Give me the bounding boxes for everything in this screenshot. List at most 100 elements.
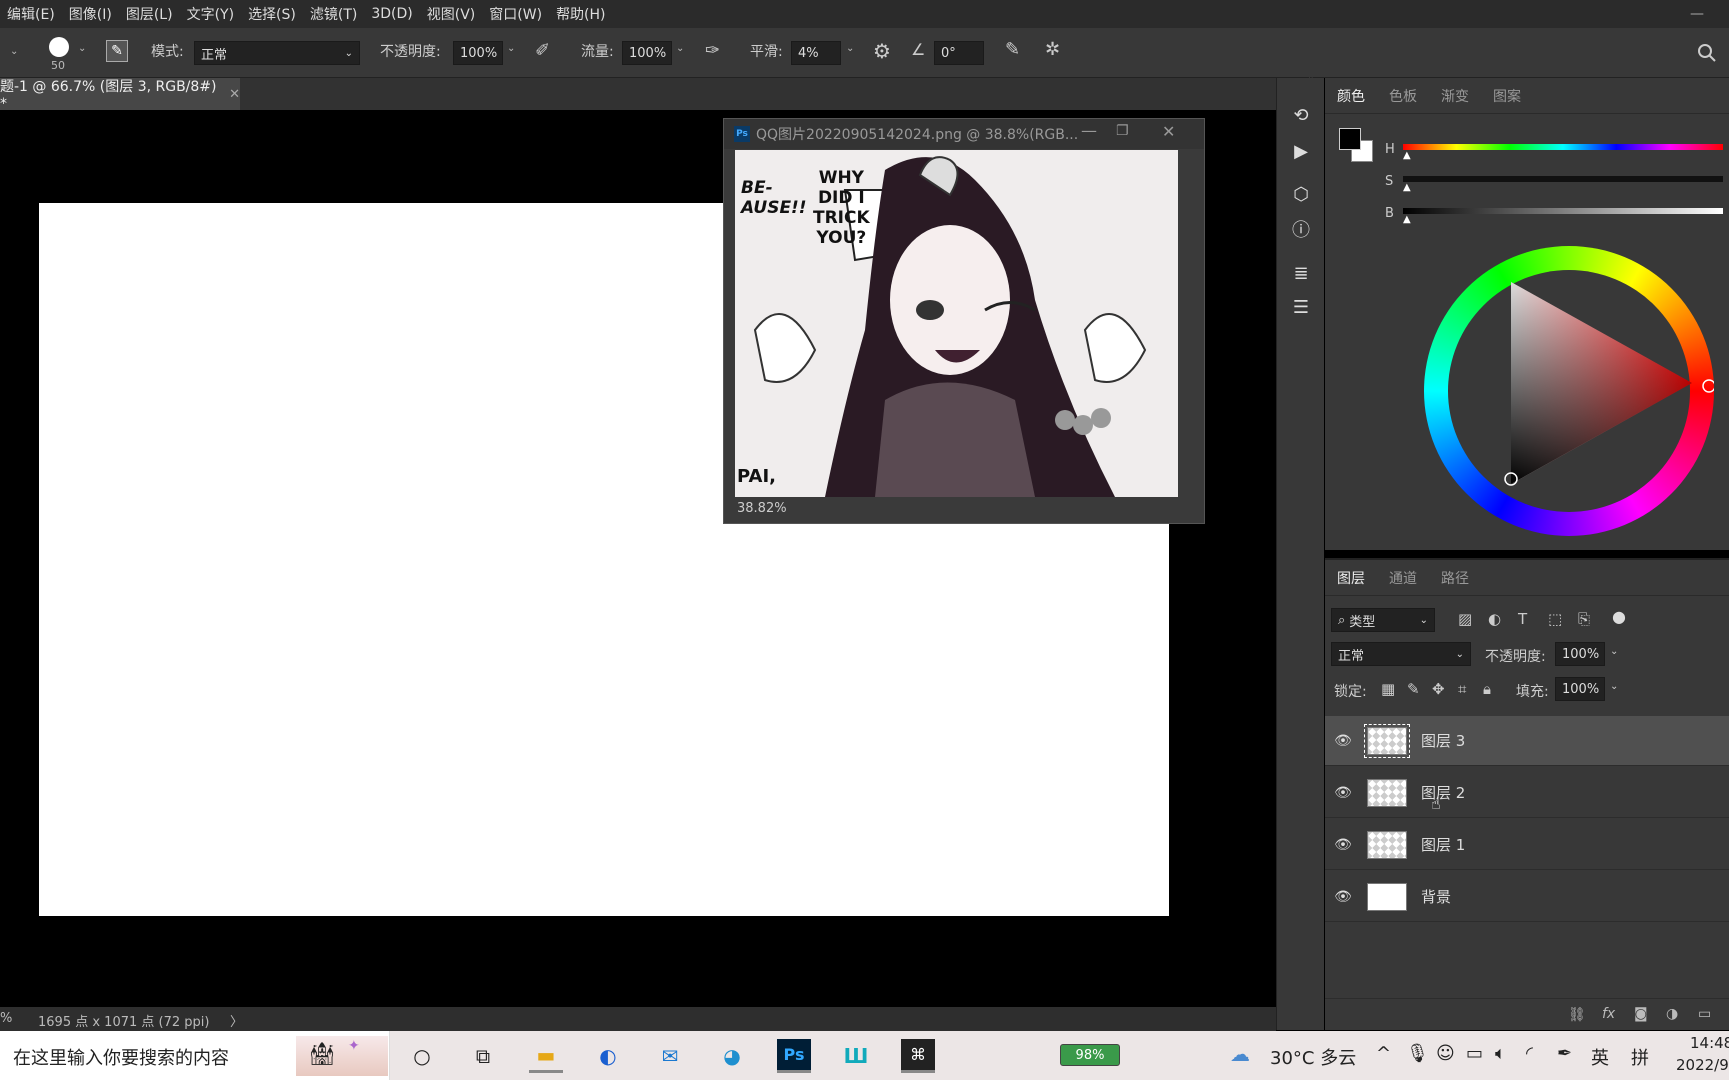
close-icon[interactable]: ✕ [1162,122,1175,141]
taskbar-search[interactable]: 在这里输入你要搜索的内容 🏰︎ ✦ [0,1031,390,1080]
fill-input[interactable]: 100% [1555,677,1605,701]
menu-window[interactable]: 窗口(W) [482,4,549,24]
history-icon[interactable]: ⟲ [1289,104,1313,128]
hue-slider-thumb[interactable]: ▲ [1403,150,1411,161]
lock-position-icon[interactable]: ✥ [1432,680,1445,698]
properties-sliders-icon[interactable]: ☰ [1289,296,1313,320]
blend-mode-select[interactable]: 正常 ⌄ [1331,642,1471,666]
filter-shape-icon[interactable]: ⬚ [1548,610,1562,628]
layer-name[interactable]: 背景 [1421,886,1451,907]
layer-row[interactable]: 👁︎ 背景 [1325,872,1729,922]
microphone-icon[interactable]: 🎙︎ [1406,1043,1429,1064]
opacity-chevron-icon[interactable]: ⌄ [507,43,515,54]
document-tab[interactable]: 题-1 @ 66.7% (图层 3, RGB/8#) * ✕ [0,78,240,112]
wifi-icon[interactable]: ◜ [1526,1043,1533,1064]
brush-preview-icon[interactable] [49,37,69,57]
weather-text[interactable]: 30°C 多云 [1270,1044,1356,1070]
qq-icon[interactable]: ☺ [1436,1043,1455,1064]
tool-preset-chevron-icon[interactable]: ⌄ [10,46,18,57]
new-adjustment-icon[interactable]: ◑ [1666,1006,1678,1022]
smoothing-chevron-icon[interactable]: ⌄ [846,43,854,54]
wps-app-icon[interactable]: Ш [839,1039,873,1073]
minimize-app-button[interactable]: — [1690,6,1704,22]
file-explorer-icon[interactable]: ▬ [529,1039,563,1073]
info-icon[interactable]: ⓘ [1289,219,1313,243]
maximize-icon[interactable]: ❐ [1116,123,1129,139]
security-app-icon[interactable]: ◐ [591,1039,625,1073]
mail-icon[interactable]: ✉ [653,1039,687,1073]
clock-date[interactable]: 2022/9 [1676,1056,1729,1074]
flow-input[interactable]: 100% [622,41,672,65]
fx-icon[interactable]: fx [1602,1006,1615,1022]
layer-opacity-chevron-icon[interactable]: ⌄ [1610,646,1618,657]
add-mask-icon[interactable]: ◙ [1634,1006,1648,1022]
menu-3d[interactable]: 3D(D) [364,6,419,22]
mode-select[interactable]: 正常 ⌄ [194,41,360,65]
filter-pixel-icon[interactable]: ▨ [1458,610,1472,628]
battery-tray-icon[interactable]: ▭ [1466,1043,1483,1064]
tab-layers[interactable]: 图层 [1325,568,1377,588]
close-tab-icon[interactable]: ✕ [229,87,240,102]
tab-channels[interactable]: 通道 [1377,568,1429,588]
layer-filter-select[interactable]: ⌕ 类型 ⌄ [1331,608,1435,632]
filter-smart-object-icon[interactable]: ⎘ [1578,610,1590,628]
menu-select[interactable]: 选择(S) [241,4,303,24]
layer-row[interactable]: 👁︎ 图层 3 [1325,716,1729,766]
bilibili-app-icon[interactable]: ⌘ [901,1039,935,1073]
volume-icon[interactable]: 🔈︎ [1495,1043,1506,1064]
visibility-eye-icon[interactable]: 👁︎ [1325,837,1361,853]
ime-language[interactable]: 英 [1591,1044,1609,1070]
layer-opacity-input[interactable]: 100% [1555,642,1605,666]
3d-icon[interactable]: ⬡ [1289,183,1313,207]
brightness-slider[interactable] [1403,208,1723,214]
menu-filter[interactable]: 滤镜(T) [303,4,364,24]
opacity-input[interactable]: 100% [453,41,503,65]
foreground-color-swatch[interactable] [1339,128,1361,150]
pressure-opacity-icon[interactable]: ✐ [535,40,550,61]
clock-time[interactable]: 14:48 [1690,1034,1729,1052]
saturation-slider[interactable] [1403,176,1723,182]
lock-transparent-icon[interactable]: ▦ [1381,680,1395,698]
visibility-eye-icon[interactable]: 👁︎ [1325,889,1361,905]
brush-presets-icon[interactable]: ≣ [1289,262,1313,286]
ime-mode[interactable]: 拼 [1631,1044,1649,1070]
menu-image[interactable]: 图像(I) [62,4,119,24]
fill-chevron-icon[interactable]: ⌄ [1610,681,1618,692]
layer-name[interactable]: 图层 3 [1421,730,1465,751]
floating-window-titlebar[interactable]: Ps QQ图片20220905142024.png @ 38.8%(RGB...… [724,119,1204,149]
menu-help[interactable]: 帮助(H) [549,4,612,24]
flow-chevron-icon[interactable]: ⌄ [676,43,684,54]
photoshop-taskbar-icon[interactable]: Ps [777,1039,811,1073]
symmetry-butterfly-icon[interactable]: ✲ [1045,39,1060,60]
airbrush-icon[interactable]: ✑ [705,40,720,61]
visibility-eye-icon[interactable]: 👁︎ [1325,733,1361,749]
layer-row[interactable]: 👁︎ 图层 2 ☝ [1325,768,1729,818]
floating-window-scrollbar[interactable] [1178,150,1204,497]
brush-picker-chevron-icon[interactable]: ⌄ [78,43,86,54]
menu-type[interactable]: 文字(Y) [180,4,241,24]
tab-swatches[interactable]: 色板 [1377,86,1429,106]
menu-view[interactable]: 视图(V) [420,4,483,24]
brightness-slider-thumb[interactable]: ▲ [1403,214,1411,225]
layer-name[interactable]: 图层 2 [1421,782,1465,803]
color-triangle[interactable] [1424,246,1714,536]
tab-color[interactable]: 颜色 [1325,86,1377,106]
tab-gradients[interactable]: 渐变 [1429,86,1481,106]
brush-settings-icon[interactable]: ✎ [106,40,128,62]
lock-image-icon[interactable]: ✎ [1407,680,1420,698]
filter-type-icon[interactable]: T [1518,610,1527,628]
battery-indicator[interactable]: 98% [1060,1044,1120,1066]
link-layers-icon[interactable]: ⛓ [1568,1007,1586,1023]
search-icon[interactable] [1697,43,1717,63]
pressure-size-icon[interactable]: ✎ [1005,39,1020,60]
visibility-eye-icon[interactable]: 👁︎ [1325,785,1361,801]
tab-paths[interactable]: 路径 [1429,568,1481,588]
tray-expand-icon[interactable]: ^ [1376,1043,1391,1064]
menu-edit[interactable]: 编辑(E) [0,4,62,24]
lock-artboard-icon[interactable]: ⌗ [1458,680,1466,698]
minimize-icon[interactable]: — [1081,121,1097,140]
new-group-folder-icon[interactable]: ▭ [1698,1006,1711,1022]
actions-play-icon[interactable]: ▶ [1289,140,1313,164]
smoothing-input[interactable]: 4% [791,41,841,65]
hue-slider[interactable] [1403,144,1723,150]
